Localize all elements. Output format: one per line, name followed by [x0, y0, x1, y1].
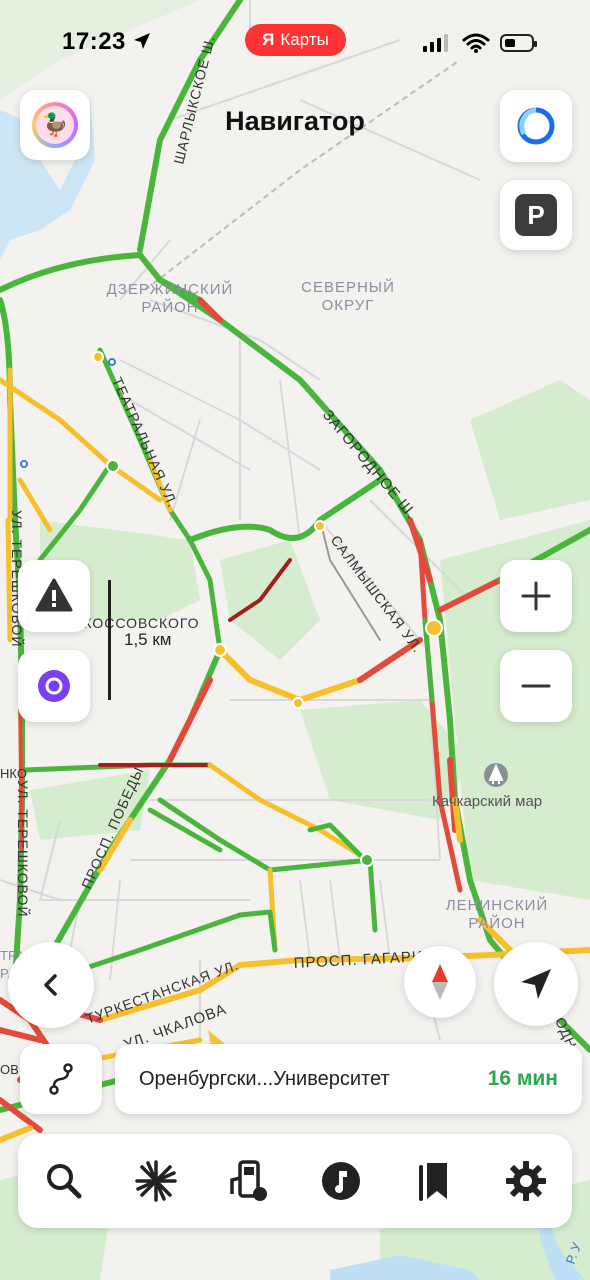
navigation-arrow-icon — [521, 969, 551, 999]
bookmarks-icon — [419, 1163, 448, 1201]
signal-icon — [423, 34, 448, 52]
back-button[interactable] — [8, 942, 94, 1028]
alice-voice-icon — [38, 670, 70, 702]
music-button[interactable] — [316, 1156, 366, 1206]
zoom-out-button[interactable] — [500, 650, 572, 722]
label-leninsky-2: РАЙОН — [468, 914, 525, 932]
alice-voice-button[interactable] — [18, 650, 90, 722]
warning-icon — [35, 578, 73, 612]
wifi-icon — [462, 33, 490, 53]
report-incident-button[interactable] — [18, 560, 90, 632]
duck-avatar-icon: 🦆 — [32, 102, 78, 148]
route-icon — [49, 1063, 73, 1095]
label-nko: НКО — [0, 766, 27, 781]
label-tereshkovoi-2: УЛ. ТЕРЕШКОВОЙ — [15, 780, 32, 918]
compass-button[interactable] — [404, 946, 476, 1018]
page-title: Навигатор — [225, 106, 365, 136]
label-salmyshskaya: САЛМЫШСКАЯ УЛ. — [328, 532, 427, 656]
search-button[interactable] — [39, 1156, 89, 1206]
fuel-button[interactable] — [224, 1156, 274, 1206]
parking-icon: P — [515, 194, 557, 236]
yandex-maps-pill[interactable]: Я Карты — [245, 24, 346, 56]
battery-icon — [500, 34, 537, 52]
plus-icon — [521, 581, 551, 611]
map-scale-label: 1,5 км — [124, 630, 172, 649]
route-name: Оренбургски...Университет — [139, 1067, 390, 1090]
label-kachkarsky: Качкарский мар — [432, 793, 542, 810]
map-scale-bar — [108, 580, 111, 700]
ya-logo: Я — [262, 30, 275, 49]
location-arrow-icon — [134, 33, 150, 49]
navigation-button[interactable] — [494, 942, 578, 1026]
profile-button[interactable]: 🦆 — [20, 90, 90, 160]
settings-button[interactable] — [501, 1156, 551, 1206]
search-icon — [47, 1164, 82, 1199]
bookmarks-button[interactable] — [408, 1156, 458, 1206]
minus-icon — [521, 684, 551, 688]
label-leninsky: ЛЕНИНСКИЙ — [446, 896, 548, 914]
chevron-left-icon — [44, 974, 57, 996]
label-severny: СЕВЕРНЫЙ — [301, 278, 395, 296]
gear-icon — [505, 1161, 546, 1201]
alice-icon — [517, 107, 555, 145]
bottom-toolbar — [18, 1134, 572, 1228]
parking-button[interactable]: P — [500, 180, 572, 250]
ya-pill-label: Карты — [280, 30, 329, 49]
label-severny-2: ОКРУГ — [322, 297, 375, 314]
music-icon — [322, 1162, 361, 1200]
sparkle-icon — [135, 1160, 178, 1202]
label-zagorodnoe: ЗАГОРОДНОЕ Ш. — [319, 407, 420, 523]
route-summary[interactable]: Оренбургски...Университет 16 мин — [115, 1044, 582, 1114]
discovery-button[interactable] — [131, 1156, 181, 1206]
label-dzerzhinsky: ДЗЕРЖИНСКИЙ — [107, 280, 234, 298]
route-options-button[interactable] — [20, 1044, 102, 1114]
status-time: 17:23 — [62, 28, 126, 55]
zoom-in-button[interactable] — [500, 560, 572, 632]
alice-button[interactable] — [500, 90, 572, 162]
label-ov: ОВ — [0, 1062, 19, 1077]
tree-icon — [484, 763, 508, 787]
route-time: 16 мин — [487, 1067, 558, 1090]
label-dzerzhinsky-2: РАЙОН — [141, 298, 198, 316]
fuel-icon — [230, 1160, 267, 1201]
compass-icon — [432, 964, 448, 1000]
